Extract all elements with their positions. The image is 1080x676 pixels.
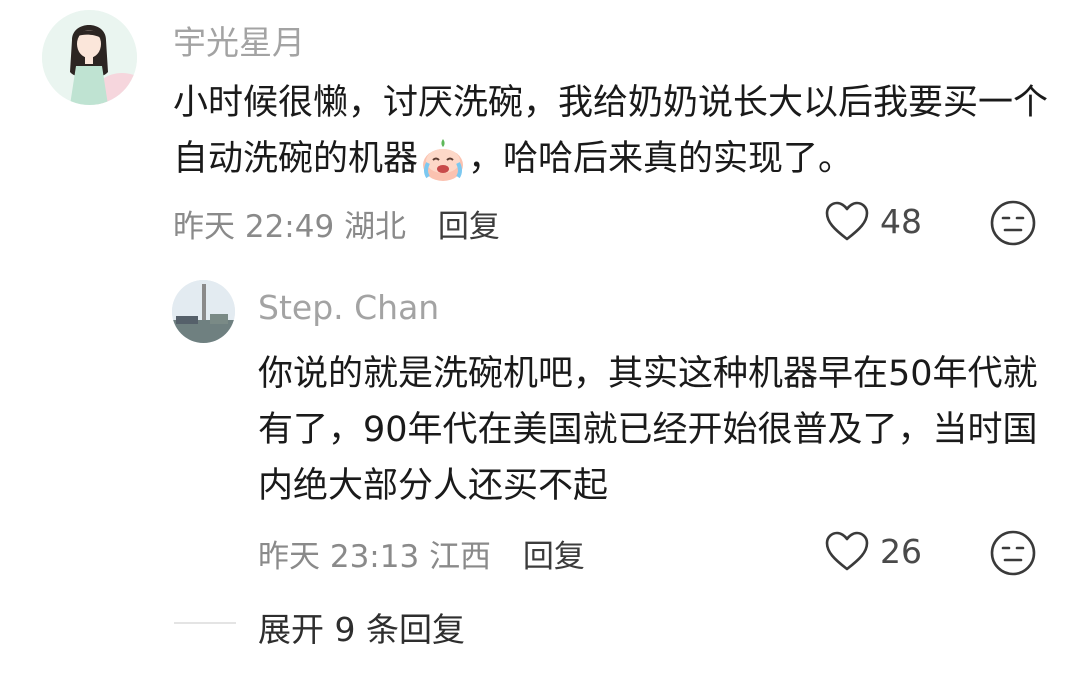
chimney-photo-avatar xyxy=(172,280,235,343)
reaction-button[interactable] xyxy=(989,199,1037,247)
expand-divider xyxy=(174,622,236,624)
like-button[interactable]: 48 xyxy=(824,200,922,242)
comment-meta: 昨天 22:49 湖北 回复 xyxy=(173,201,500,246)
expand-replies-button[interactable]: 展开 9 条回复 xyxy=(258,603,465,651)
reply-avatar[interactable] xyxy=(172,280,235,343)
heart-outline-icon xyxy=(825,531,869,571)
comment-username[interactable]: 宇光星月 xyxy=(173,16,305,64)
neutral-face-icon xyxy=(990,530,1036,576)
reply-meta: 昨天 23:13 江西 回复 xyxy=(258,531,585,576)
comment-location: 湖北 xyxy=(344,209,407,245)
comment-text: 小时候很懒，讨厌洗碗，我给奶奶说长大以后我要买一个自动洗碗的机器 ，哈哈后来真的… xyxy=(173,75,1053,187)
comment-time: 昨天 22:49 xyxy=(173,209,335,245)
reply-location: 江西 xyxy=(429,539,492,575)
avatar[interactable] xyxy=(42,10,137,105)
reply-time: 昨天 23:13 xyxy=(258,539,420,575)
comment-text-after: ，哈哈后来真的实现了。 xyxy=(468,139,854,179)
neutral-face-icon xyxy=(990,200,1036,246)
reply-reply-button[interactable]: 回复 xyxy=(523,539,585,575)
reply-reaction-button[interactable] xyxy=(989,529,1037,577)
heart-outline-icon xyxy=(825,201,869,241)
crying-laughing-peach-emoji xyxy=(420,137,466,183)
reply-username[interactable]: Step. Chan xyxy=(258,288,439,327)
reply-like-count: 26 xyxy=(880,531,922,571)
like-count: 48 xyxy=(880,201,922,241)
reply-like-button[interactable]: 26 xyxy=(824,530,922,572)
reply-text: 你说的就是洗碗机吧，其实这种机器早在50年代就有了，90年代在美国就已经开始很普… xyxy=(258,354,1038,506)
user-avatar-illustration xyxy=(42,10,137,105)
reply-button[interactable]: 回复 xyxy=(438,209,500,245)
